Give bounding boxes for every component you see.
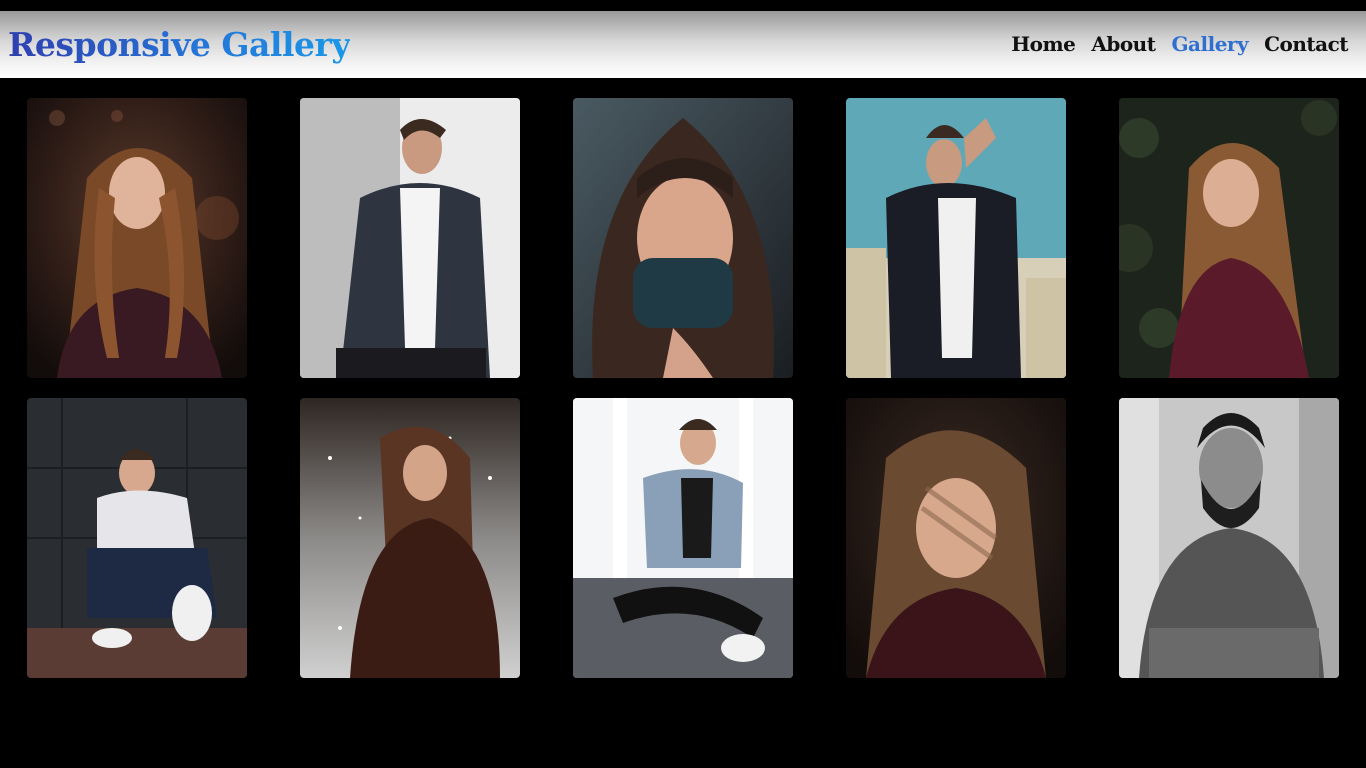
gallery-image-man-denim-jacket[interactable] <box>300 98 520 378</box>
main-nav: Home About Gallery Contact <box>1011 32 1348 56</box>
photo-man-corridor <box>573 398 793 678</box>
gallery-image-bearded-man[interactable] <box>1119 398 1339 678</box>
gallery-image-woman-turtleneck[interactable] <box>573 98 793 378</box>
gallery-image-man-blue-sky[interactable] <box>846 98 1066 378</box>
photo-man-denim-jacket <box>300 98 520 378</box>
photo-man-glasses-sitting <box>27 398 247 678</box>
gallery-image-man-glasses-sitting[interactable] <box>27 398 247 678</box>
gallery-image-man-corridor[interactable] <box>573 398 793 678</box>
photo-bearded-man <box>1119 398 1339 678</box>
site-logo[interactable]: Responsive Gallery <box>8 25 351 64</box>
photo-man-blue-sky <box>846 98 1066 378</box>
photo-woman-turtleneck <box>573 98 793 378</box>
photo-woman-ivy <box>1119 98 1339 378</box>
gallery-image-woman-auburn-hair[interactable] <box>27 98 247 378</box>
gallery-image-woman-hair-face[interactable] <box>846 398 1066 678</box>
photo-woman-fur-coat <box>300 398 520 678</box>
photo-gallery <box>27 98 1339 678</box>
gallery-image-woman-fur-coat[interactable] <box>300 398 520 678</box>
nav-home-link[interactable]: Home <box>1011 32 1076 56</box>
photo-woman-hair-face <box>846 398 1066 678</box>
nav-about-link[interactable]: About <box>1091 32 1156 56</box>
photo-woman-auburn-hair <box>27 98 247 378</box>
gallery-image-woman-ivy[interactable] <box>1119 98 1339 378</box>
nav-gallery-link[interactable]: Gallery <box>1171 32 1248 56</box>
navbar: Responsive Gallery Home About Gallery Co… <box>0 11 1366 78</box>
top-strip <box>0 0 1366 11</box>
nav-contact-link[interactable]: Contact <box>1264 32 1348 56</box>
